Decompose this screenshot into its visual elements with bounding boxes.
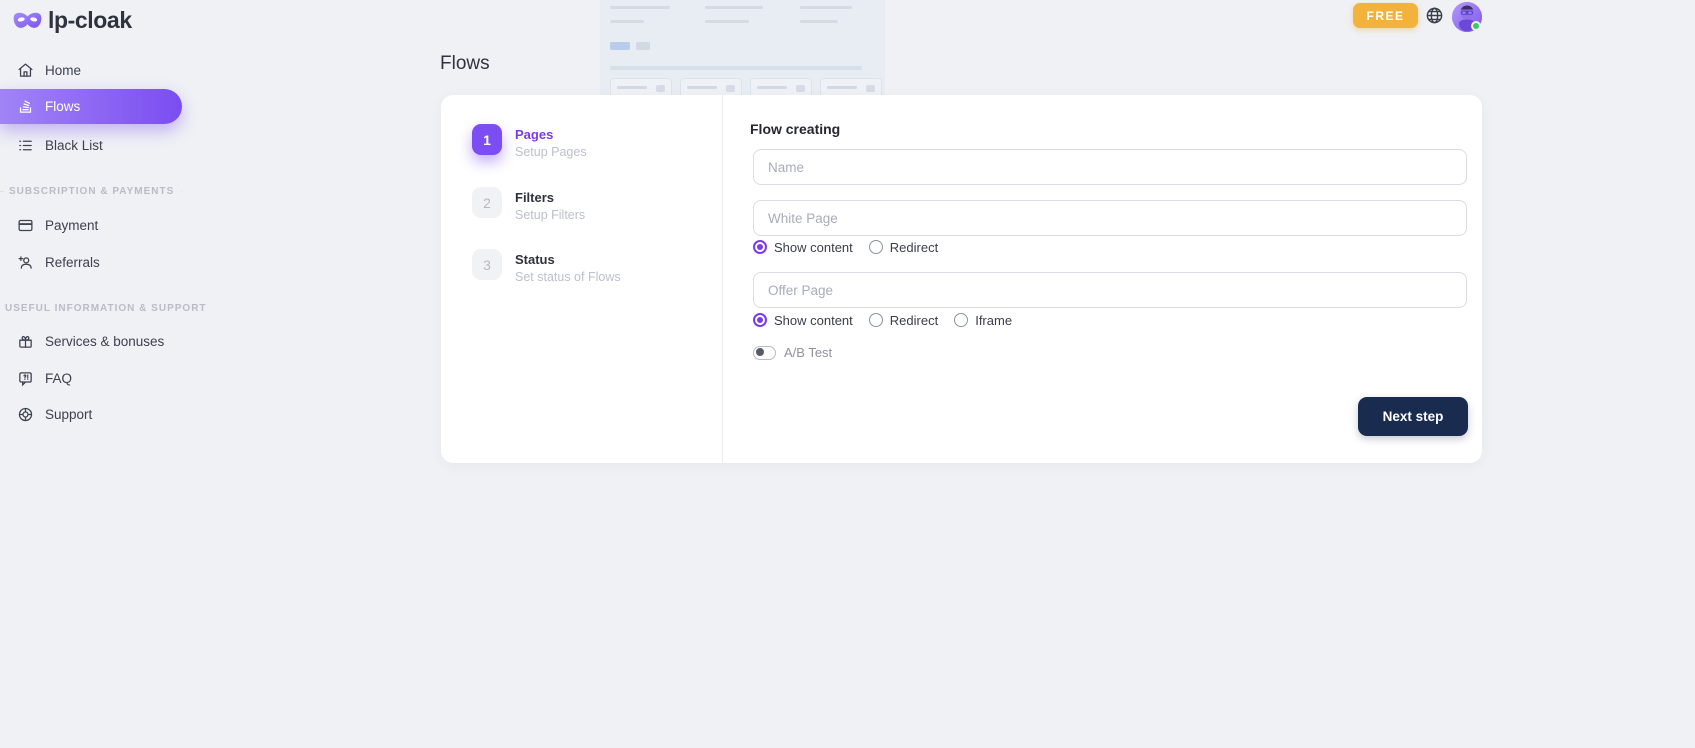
stepper-step-pages[interactable]: 1 Pages Setup Pages (472, 124, 587, 159)
sidebar-item-support[interactable]: Support (0, 398, 182, 430)
ghost-bar (800, 6, 852, 9)
ab-test-row: A/B Test (753, 345, 832, 360)
ghost-bar (705, 6, 763, 9)
step-subtitle: Setup Filters (515, 208, 585, 222)
sidebar-item-label: Payment (45, 218, 98, 233)
ghost-chip (636, 42, 650, 50)
list-icon (17, 137, 34, 154)
globe-icon[interactable] (1425, 6, 1444, 25)
ghost-bar (705, 20, 749, 23)
radio-offer-redirect[interactable]: Redirect (869, 313, 938, 328)
radio-icon (954, 313, 968, 327)
step-subtitle: Set status of Flows (515, 270, 621, 284)
form-title: Flow creating (750, 121, 840, 137)
sidebar-item-home[interactable]: Home (0, 54, 182, 86)
plan-badge[interactable]: FREE (1353, 3, 1418, 28)
sidebar-item-label: FAQ (45, 371, 72, 386)
sidebar-item-label: Services & bonuses (45, 334, 164, 349)
ab-test-label: A/B Test (784, 345, 832, 360)
sidebar-section-header-support: USEFUL INFORMATION & SUPPORT (0, 302, 182, 314)
sidebar-item-payment[interactable]: Payment (0, 209, 182, 241)
step-title: Filters (515, 190, 585, 205)
sidebar-item-label: Home (45, 63, 81, 78)
sidebar-item-referrals[interactable]: Referrals (0, 246, 182, 278)
next-step-button[interactable]: Next step (1358, 397, 1468, 436)
flows-stack-icon (17, 98, 34, 115)
sidebar-item-label: Black List (45, 138, 103, 153)
sidebar-item-flows[interactable]: Flows (0, 89, 182, 124)
credit-card-icon (17, 217, 34, 234)
step-title: Status (515, 252, 621, 267)
radio-icon (753, 313, 767, 327)
sidebar-item-label: Support (45, 407, 92, 422)
offer-page-mode-radios: Show content Redirect Iframe (753, 312, 1012, 328)
sidebar-item-services-bonuses[interactable]: Services & bonuses (0, 325, 182, 357)
page-title: Flows (440, 53, 490, 75)
sidebar-section-header-subscription: SUBSCRIPTION & PAYMENTS (0, 185, 182, 197)
online-status-dot (1471, 21, 1481, 31)
ab-test-toggle[interactable] (753, 346, 776, 360)
app-screen: LPSPY lpspy.webstick.com.ua lp-cloak Hom… (0, 0, 1695, 748)
radio-white-show-content[interactable]: Show content (753, 240, 853, 255)
white-page-mode-radios: Show content Redirect (753, 239, 938, 255)
card-divider (722, 95, 723, 463)
step-number-badge: 3 (472, 249, 502, 280)
stepper-step-status[interactable]: 3 Status Set status of Flows (472, 249, 621, 284)
stepper-step-filters[interactable]: 2 Filters Setup Filters (472, 187, 585, 222)
support-buoy-icon (17, 406, 34, 423)
app-logo[interactable]: lp-cloak (13, 7, 132, 34)
sidebar-item-label: Referrals (45, 255, 100, 270)
sidebar: lp-cloak Home Flows Black List SUBSCRIPT… (0, 0, 200, 748)
radio-icon (753, 240, 767, 254)
step-title: Pages (515, 127, 587, 142)
gift-icon (17, 333, 34, 350)
radio-white-redirect[interactable]: Redirect (869, 240, 938, 255)
flow-creating-card: 1 Pages Setup Pages 2 Filters Setup Filt… (441, 95, 1482, 463)
radio-icon (869, 313, 883, 327)
faq-bubble-icon (17, 370, 34, 387)
step-subtitle: Setup Pages (515, 145, 587, 159)
mask-logo-icon (13, 9, 42, 32)
offer-page-input[interactable] (753, 272, 1467, 308)
ghost-bar (610, 66, 862, 70)
radio-offer-iframe[interactable]: Iframe (954, 313, 1012, 328)
ghost-chip (610, 42, 630, 50)
radio-icon (869, 240, 883, 254)
home-icon (17, 62, 34, 79)
ghost-bar (610, 20, 644, 23)
flow-name-input[interactable] (753, 149, 1467, 185)
app-logo-text: lp-cloak (48, 7, 132, 34)
ghost-bar (610, 6, 670, 9)
radio-offer-show-content[interactable]: Show content (753, 313, 853, 328)
white-page-input[interactable] (753, 200, 1467, 236)
referral-user-icon (17, 254, 34, 271)
ghost-bar (800, 20, 838, 23)
step-number-badge: 1 (472, 124, 502, 155)
sidebar-item-label: Flows (45, 99, 80, 114)
sidebar-item-black-list[interactable]: Black List (0, 129, 182, 161)
sidebar-item-faq[interactable]: FAQ (0, 362, 182, 394)
step-number-badge: 2 (472, 187, 502, 218)
